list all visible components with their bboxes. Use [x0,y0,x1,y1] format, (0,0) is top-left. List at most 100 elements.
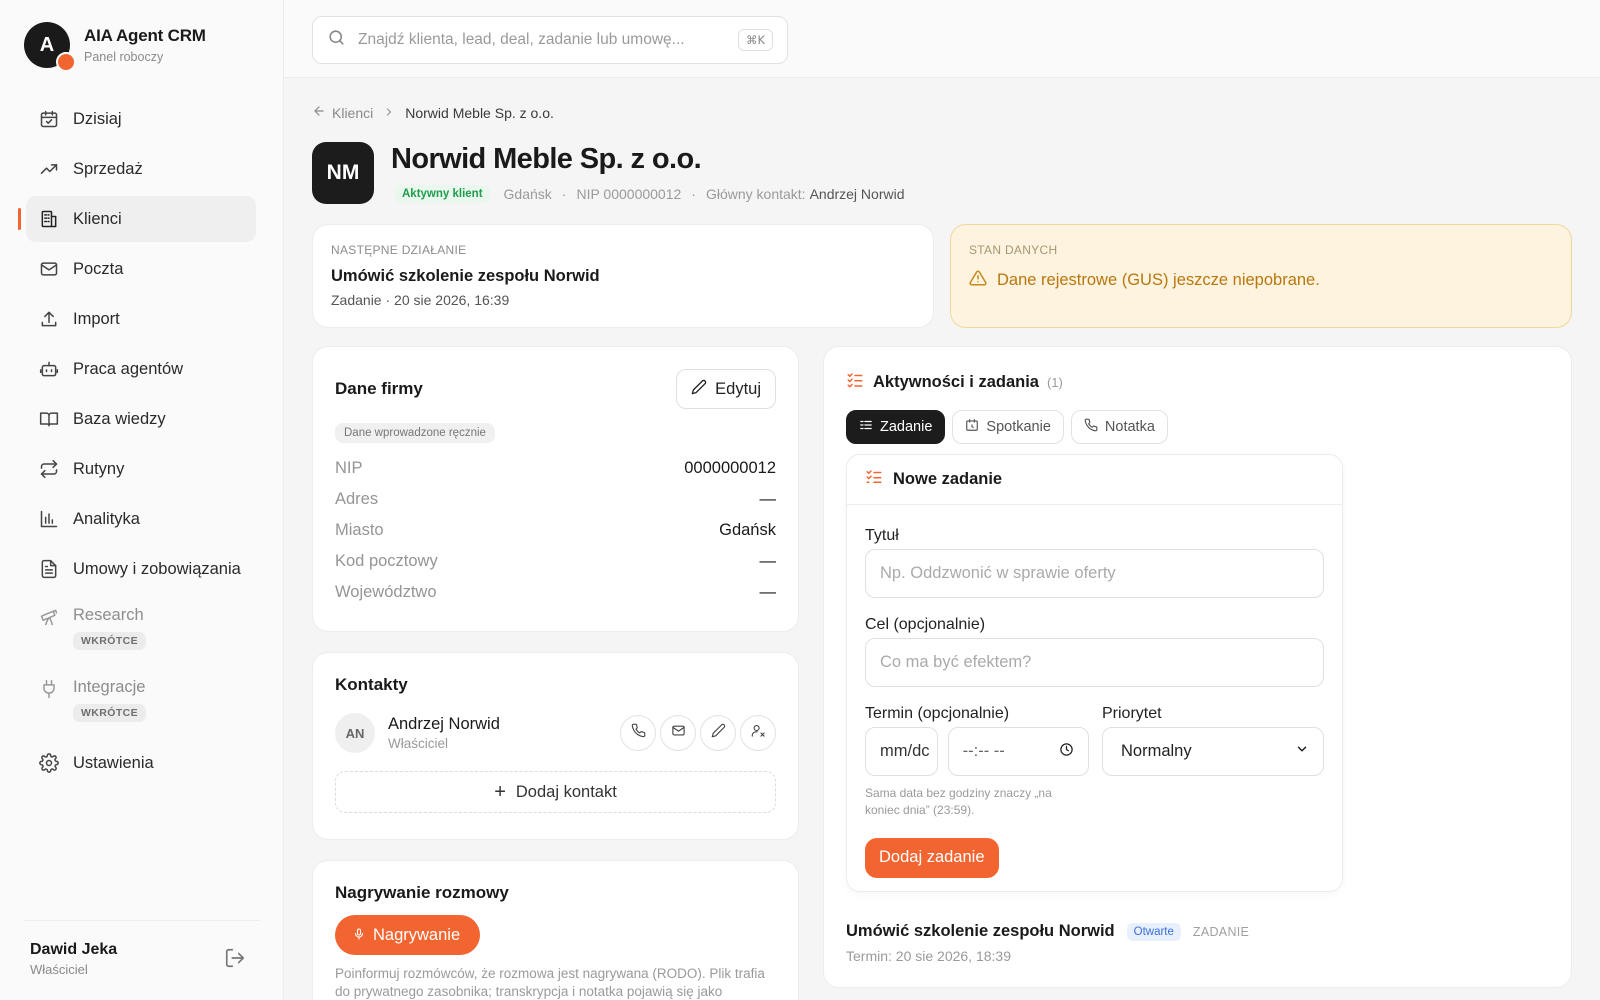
field-label: Miasto [335,521,384,539]
sidebar-item-clients[interactable]: Klienci [18,196,256,242]
tab-label: Zadanie [880,419,933,435]
add-task-button[interactable]: Dodaj zadanie [865,837,999,878]
sidebar-item-label: Baza wiedzy [73,409,166,428]
status-badge: Aktywny klient [395,185,490,203]
add-contact-label: Dodaj kontakt [515,782,617,801]
building-icon [38,208,60,230]
field-row: NIP 0000000012 [335,453,776,484]
avatar: AN [335,713,375,753]
checklist-icon [846,371,873,394]
sidebar-item-knowledge[interactable]: Baza wiedzy [26,396,256,442]
tab-note[interactable]: Notatka [1070,410,1168,444]
user-box: Dawid Jeka Właściciel [24,920,260,977]
list-item[interactable]: Umówić szkolenie zespołu Norwid Otwarte … [846,922,1549,964]
edit-button[interactable]: Edytuj [676,369,776,409]
field-row: Kod pocztowy — [335,546,776,577]
sidebar-item-settings[interactable]: Ustawienia [26,740,256,786]
task-goal-input[interactable] [865,638,1324,687]
plug-icon [38,678,60,700]
contact-row: AN Andrzej Norwid Właściciel [335,713,776,753]
due-hint: Sama data bez godziny znaczy „na koniec … [865,786,1052,818]
field-row: Adres — [335,484,776,515]
sidebar-item-today[interactable]: Dzisiaj [26,96,256,142]
telescope-icon [38,606,60,628]
calendar-icon [38,108,60,130]
sidebar-item-label: Analityka [73,509,140,528]
sidebar-item-label: Dzisiaj [73,109,122,128]
clock-icon[interactable] [1059,742,1074,762]
gear-icon [38,752,60,774]
company-city: Gdańsk [503,186,552,202]
sidebar-item-integrations[interactable]: Integracje WKRÓTCE [26,668,256,736]
next-action-sub: Zadanie · 20 sie 2026, 16:39 [331,292,510,308]
breadcrumb-link-clients[interactable]: Klienci [332,105,373,121]
task-title-input[interactable] [865,549,1324,598]
priority-select[interactable]: Normalny [1102,727,1324,776]
sidebar-item-label: Integracje [73,678,146,696]
remove-contact-button[interactable] [740,715,776,751]
soon-badge: WKRÓTCE [73,704,147,722]
field-label: Adres [335,490,379,508]
sidebar-item-sales[interactable]: Sprzedaż [26,146,256,192]
email-button[interactable] [660,715,696,751]
bot-icon [38,358,60,380]
book-icon [38,408,60,430]
time-input[interactable]: --:-- -- [947,727,1089,776]
chevron-down-icon [1295,742,1309,761]
pencil-icon [711,723,726,743]
field-value: — [759,583,777,601]
next-action-card[interactable]: Następne działanie Umówić szkolenie zesp… [312,224,934,328]
add-contact-button[interactable]: + Dodaj kontakt [335,771,776,813]
record-button[interactable]: Nagrywanie [335,915,481,955]
activities-header: Aktywności i zadania (1) [846,371,1549,394]
repeat-icon [38,458,60,480]
task-title: Umówić szkolenie zespołu Norwid [846,922,1115,940]
edit-contact-button[interactable] [700,715,736,751]
logout-icon[interactable] [224,947,248,971]
sidebar-item-research[interactable]: Research WKRÓTCE [26,596,256,664]
brand[interactable]: A AIA Agent CRM Panel roboczy [24,22,206,72]
sidebar-item-agents[interactable]: Praca agentów [26,346,256,392]
sidebar-item-import[interactable]: Import [26,296,256,342]
sidebar-item-label: Poczta [73,259,124,278]
field-value: 0000000012 [684,459,776,477]
sidebar-item-mail[interactable]: Poczta [26,246,256,292]
status-badge: Otwarte [1126,922,1181,941]
phone-icon [631,723,646,743]
edit-button-label: Edytuj [715,379,761,398]
search-input[interactable] [358,31,738,49]
sidebar-item-label: Praca agentów [73,359,184,378]
firm-fields: NIP 0000000012 Adres — Miasto Gdańsk Kod po… [335,453,776,608]
document-icon [38,558,60,580]
contact-name[interactable]: Andrzej Norwid [388,715,616,734]
page-title: Norwid Meble Sp. z o.o. [391,143,702,175]
date-input[interactable]: mm/dc [865,727,938,776]
sidebar-item-analytics[interactable]: Analityka [26,496,256,542]
sidebar-item-contracts[interactable]: Umowy i zobowiązania [26,546,256,592]
main-contact-label: Główny kontakt: [705,186,806,202]
call-button[interactable] [620,715,656,751]
recording-card: Nagrywanie rozmowy Nagrywanie Poinformuj… [312,860,799,1000]
plus-icon: + [494,780,506,803]
trend-icon [38,158,60,180]
field-value: — [759,490,777,508]
back-arrow-icon[interactable] [312,104,326,121]
search-icon [327,28,346,52]
new-task-title: Nowe zadanie [893,470,1003,488]
company-nip: NIP 0000000012 [576,186,682,202]
sidebar-item-label: Umowy i zobowiązania [73,559,241,578]
time-value: --:-- -- [962,742,1005,760]
main-contact[interactable]: Andrzej Norwid [810,186,905,202]
company-avatar: NM [312,142,374,204]
sidebar-item-routines[interactable]: Rutyny [26,446,256,492]
field-label: NIP [335,459,363,477]
tab-meeting[interactable]: Spotkanie [952,410,1064,444]
search-box[interactable]: ⌘K [312,16,788,64]
soon-badge: WKRÓTCE [73,632,147,650]
tab-task[interactable]: Zadanie [846,410,946,444]
sidebar-item-label: Klienci [73,209,122,228]
source-tag: Dane wprowadzone ręcznie [335,423,495,443]
mail-icon [38,258,60,280]
task-type: ZADANIE [1192,924,1250,939]
field-label: Województwo [335,583,437,601]
